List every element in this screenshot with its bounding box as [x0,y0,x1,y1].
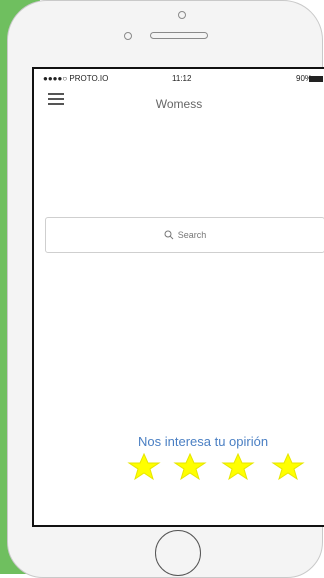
search-icon [164,230,174,240]
star-icon[interactable] [270,453,306,481]
phone-frame: ●●●●○ PROTO.IO 11:12 90% Womess Search N… [7,0,324,578]
earpiece-speaker [150,32,208,39]
search-input[interactable]: Search [45,217,324,253]
star-icon[interactable] [126,453,162,481]
phone-screen: ●●●●○ PROTO.IO 11:12 90% Womess Search N… [32,67,324,527]
app-title: Womess [155,97,203,111]
proximity-sensor [124,32,132,40]
feedback-prompt: Nos interesa tu opirión [138,434,269,449]
front-camera [178,11,186,19]
rating-stars[interactable] [126,453,316,483]
carrier-label: ●●●●○ PROTO.IO [43,74,109,83]
battery-icon [309,76,323,82]
search-placeholder: Search [177,230,207,240]
star-icon[interactable] [220,453,256,481]
star-icon[interactable] [172,453,208,481]
home-button[interactable] [155,530,201,576]
clock-label: 11:12 [172,74,192,83]
status-bar: ●●●●○ PROTO.IO 11:12 90% [34,69,324,87]
app-header: Womess [34,87,324,115]
